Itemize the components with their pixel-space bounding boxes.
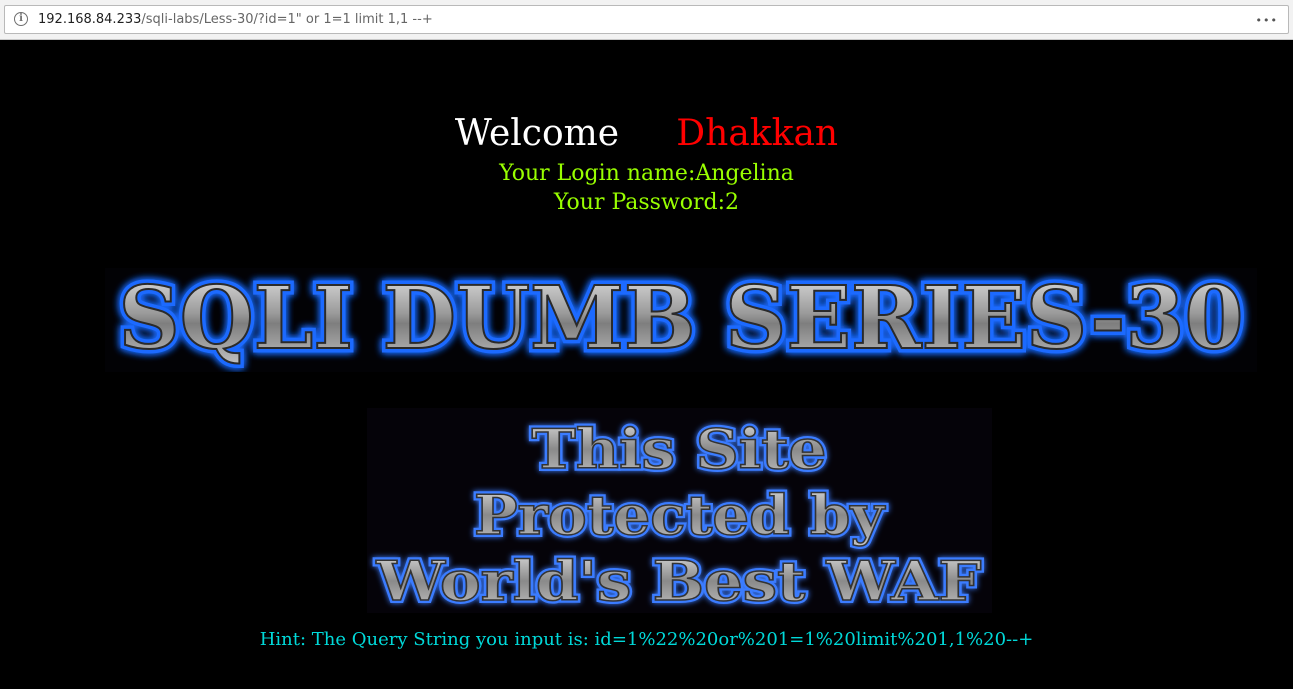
password-text: Your Password:2: [553, 190, 740, 215]
waf-line-2-text: Protected by: [474, 483, 886, 547]
query-hint: Hint: The Query String you input is: id=…: [259, 629, 1034, 650]
waf-line-2: Protected by Protected by: [471, 480, 889, 550]
waf-line-3: World's Best WAF World's Best WAF: [372, 546, 984, 616]
waf-line-3-text: World's Best WAF: [375, 549, 981, 613]
series-banner-graphic: SQLI DUMB SERIES-30 SQLI DUMB SERIES-30: [114, 264, 1248, 374]
menu-dots-icon[interactable]: •••: [1256, 14, 1278, 27]
banner-title: SQLI DUMB SERIES-30: [119, 268, 1244, 369]
address-bar[interactable]: i 192.168.84.233/sqli-labs/Less-30/?id=1…: [4, 5, 1289, 34]
welcome-heading: Welcome Dhakkan: [0, 110, 1293, 158]
welcome-name: Dhakkan: [676, 113, 839, 154]
welcome-word: Welcome: [454, 113, 620, 154]
waf-line-1: This Site This Site: [529, 414, 830, 484]
waf-banner-image: This Site This Site Protected by Protect…: [367, 408, 992, 616]
url-path: /sqli-labs/Less-30/?id=1" or 1=1 limit 1…: [141, 12, 433, 27]
browser-toolbar: i 192.168.84.233/sqli-labs/Less-30/?id=1…: [0, 0, 1293, 40]
waf-line-1-text: This Site: [532, 417, 827, 481]
info-icon[interactable]: i: [14, 12, 28, 26]
url-text[interactable]: 192.168.84.233/sqli-labs/Less-30/?id=1" …: [38, 11, 433, 28]
login-name-text: Your Login name:Angelina: [499, 161, 794, 186]
waf-banner-graphic: This Site This Site Protected by Protect…: [372, 414, 984, 616]
series-banner-image: SQLI DUMB SERIES-30 SQLI DUMB SERIES-30: [105, 264, 1257, 374]
url-host: 192.168.84.233: [38, 12, 142, 27]
